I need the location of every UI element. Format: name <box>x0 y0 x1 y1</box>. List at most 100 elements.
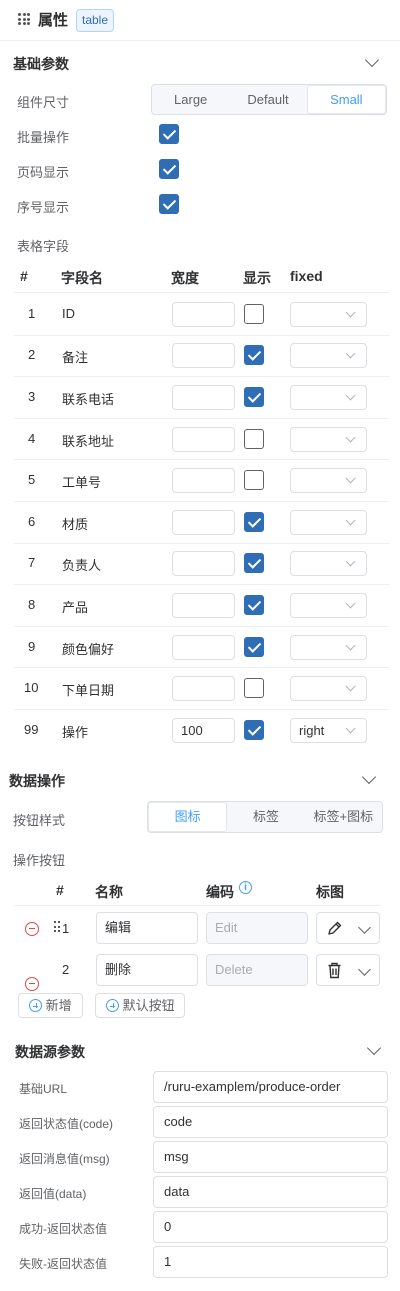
field-fixed-select[interactable] <box>290 301 367 327</box>
add-button[interactable]: 新增 <box>18 993 83 1018</box>
remove-row-icon[interactable] <box>25 922 39 936</box>
field-fixed-select[interactable] <box>290 343 367 369</box>
field-show-checkbox[interactable] <box>244 511 264 532</box>
btn-col-header-name: 名称 <box>95 884 123 900</box>
table-divider <box>14 292 389 293</box>
index-label: 序号显示 <box>17 200 70 215</box>
field-fixed-select[interactable] <box>290 676 367 702</box>
size-option-large[interactable]: Large <box>152 85 229 114</box>
btn-name-input[interactable]: 编辑 <box>96 912 198 944</box>
datasource-field-label: 返回消息值(msg) <box>19 1152 110 1166</box>
field-show-checkbox[interactable] <box>244 470 264 491</box>
field-width-input[interactable] <box>172 385 235 410</box>
field-width-input[interactable] <box>172 509 235 535</box>
field-fixed-select[interactable]: right <box>290 717 367 743</box>
field-show-checkbox[interactable] <box>244 345 264 366</box>
datasource-field-input[interactable]: /ruru-examplem/produce-order <box>153 1071 388 1103</box>
field-show-checkbox[interactable] <box>244 595 264 615</box>
table-row-divider <box>14 501 389 502</box>
btn-code-input[interactable]: Delete <box>206 954 308 986</box>
field-show-checkbox[interactable] <box>244 428 264 449</box>
datasource-field-label: 失败-返回状态值 <box>19 1257 107 1271</box>
drag-handle-icon[interactable] <box>54 921 62 933</box>
section-title-basic: 基础参数 <box>13 56 69 72</box>
field-show-checkbox[interactable] <box>244 303 264 324</box>
btn-row-num: 1 <box>62 921 70 936</box>
divider <box>0 40 400 41</box>
field-row-name: 负责人 <box>62 558 102 574</box>
field-row-name: 产品 <box>62 600 89 615</box>
field-width-input[interactable]: 100 <box>172 717 235 743</box>
button-style-label: 按钮样式 <box>13 813 66 828</box>
table-row-divider <box>14 625 389 627</box>
field-width-input[interactable] <box>172 468 235 494</box>
field-row-num: 6 <box>28 513 36 529</box>
datasource-field-label: 成功-返回状态值 <box>19 1222 107 1236</box>
datasource-field-label: 返回状态值(code) <box>19 1117 114 1131</box>
default-buttons-button[interactable]: 默认按钮 <box>95 993 185 1018</box>
table-row-divider <box>14 376 389 378</box>
style-option-icon[interactable]: 图标 <box>148 802 228 832</box>
icon-select[interactable] <box>316 954 380 986</box>
col-header-show: 显示 <box>243 270 271 286</box>
datasource-field-input[interactable]: 0 <box>153 1211 388 1243</box>
datasource-field-input[interactable]: data <box>153 1176 388 1208</box>
field-row-num: 10 <box>24 680 39 696</box>
field-width-input[interactable] <box>172 426 235 452</box>
field-fixed-select[interactable] <box>290 426 367 452</box>
table-row-divider <box>14 542 389 544</box>
datasource-field-input[interactable]: msg <box>153 1141 388 1173</box>
style-option-label[interactable]: 标签 <box>227 802 304 832</box>
panel-header: 属性 table <box>0 0 400 40</box>
style-option-label-icon[interactable]: 标签+图标 <box>305 802 382 832</box>
field-row-num: 2 <box>28 347 36 363</box>
chevron-down-icon <box>345 348 356 359</box>
chevron-down-icon <box>345 473 356 484</box>
batch-checkbox[interactable] <box>159 124 179 144</box>
pager-checkbox[interactable] <box>159 159 179 179</box>
field-fixed-select[interactable] <box>290 551 367 577</box>
table-row-divider <box>14 417 389 419</box>
field-width-input[interactable] <box>172 343 235 369</box>
field-row-name: 操作 <box>62 724 89 740</box>
table-row-divider <box>14 709 389 710</box>
field-row-num: 8 <box>28 597 36 612</box>
chevron-down-icon <box>345 556 356 567</box>
fields-label: 表格字段 <box>17 239 70 254</box>
chevron-down-icon[interactable] <box>364 52 380 68</box>
field-show-checkbox[interactable] <box>244 387 264 407</box>
field-width-input[interactable] <box>172 676 235 702</box>
size-option-small[interactable]: Small <box>306 85 386 114</box>
icon-select[interactable] <box>316 912 380 944</box>
btn-name-input[interactable]: 删除 <box>96 954 198 986</box>
chevron-down-icon[interactable] <box>361 769 377 785</box>
info-icon[interactable]: i <box>239 881 252 894</box>
field-show-checkbox[interactable] <box>244 636 264 657</box>
field-fixed-select[interactable] <box>290 634 367 660</box>
field-width-input[interactable] <box>172 593 235 618</box>
field-show-checkbox[interactable] <box>244 678 264 699</box>
chevron-down-icon <box>345 681 356 692</box>
field-width-input[interactable] <box>172 634 235 660</box>
action-buttons-label: 操作按钮 <box>13 853 66 868</box>
datasource-field-input[interactable]: code <box>153 1106 388 1138</box>
field-row-name: ID <box>62 305 75 321</box>
index-checkbox[interactable] <box>159 194 179 214</box>
size-option-default[interactable]: Default <box>229 85 306 114</box>
datasource-field-label: 基础URL <box>19 1082 68 1096</box>
field-fixed-select[interactable] <box>290 385 367 410</box>
datasource-field-input[interactable]: 1 <box>153 1246 388 1278</box>
field-width-input[interactable] <box>172 301 235 327</box>
field-fixed-select[interactable] <box>290 509 367 535</box>
field-show-checkbox[interactable] <box>244 553 264 574</box>
field-width-input[interactable] <box>172 551 235 577</box>
field-show-checkbox[interactable] <box>244 719 264 740</box>
drag-handle-icon[interactable] <box>18 13 30 25</box>
field-fixed-select[interactable] <box>290 468 367 494</box>
chevron-down-icon[interactable] <box>366 1040 382 1056</box>
field-row-name: 颜色偏好 <box>62 641 115 657</box>
remove-row-icon[interactable] <box>25 977 39 991</box>
btn-code-input[interactable]: Edit <box>206 912 308 944</box>
field-fixed-select[interactable] <box>290 593 367 618</box>
pencil-icon <box>328 921 342 935</box>
